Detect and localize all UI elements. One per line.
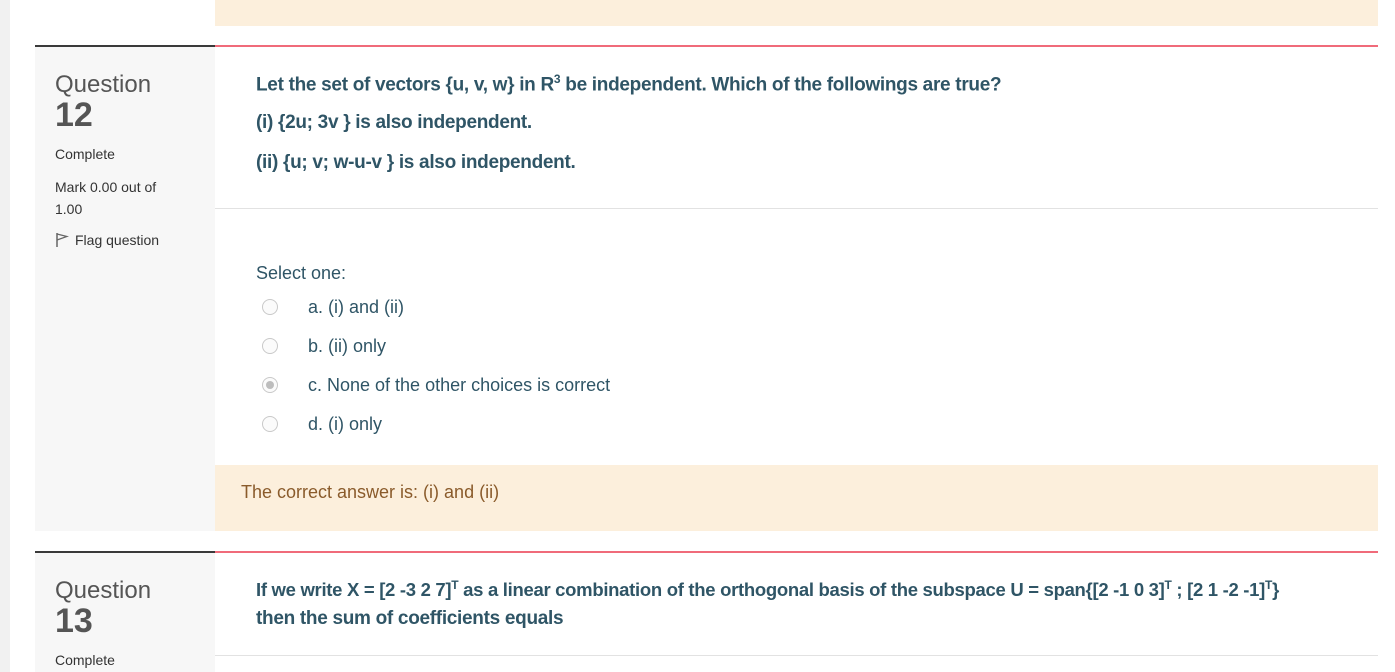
correct-answer-feedback: The correct answer is: (i) and (ii) — [241, 482, 500, 502]
question-state: Complete — [55, 146, 115, 162]
question-state: Complete — [55, 652, 115, 668]
flag-question-link[interactable]: Flag question — [55, 232, 159, 248]
question-text-line: (ii) {u; v; w-u-v } is also independent. — [256, 152, 576, 173]
question-text-line: If we write X = [2 -3 2 7]T as a linear … — [256, 578, 1279, 601]
answer-option-a[interactable]: a. (i) and (ii) — [262, 295, 404, 319]
radio-button[interactable] — [262, 416, 278, 432]
question-number: 13 — [55, 602, 93, 640]
flag-icon — [55, 232, 69, 248]
answer-option-d[interactable]: d. (i) only — [262, 412, 382, 436]
question-text-line: Let the set of vectors {u, v, w} in R3 b… — [256, 72, 1002, 96]
question-separator — [35, 45, 215, 47]
question-text-line: then the sum of coefficients equals — [256, 608, 564, 629]
question-number: 12 — [55, 96, 93, 134]
radio-button-selected[interactable] — [262, 377, 278, 393]
question-label: Question — [55, 577, 152, 604]
question-accent-line — [215, 551, 1378, 553]
page-gutter — [0, 0, 10, 672]
question-divider — [215, 208, 1378, 209]
answer-option-label: a. (i) and (ii) — [308, 296, 405, 317]
question-accent-line — [215, 45, 1378, 47]
question-grade: Mark 0.00 out of 1.00 — [55, 176, 195, 220]
question-separator — [35, 551, 215, 553]
radio-button[interactable] — [262, 299, 278, 315]
answer-option-c[interactable]: c. None of the other choices is correct — [262, 373, 610, 397]
radio-button[interactable] — [262, 338, 278, 354]
question-label: Question — [55, 71, 152, 98]
answer-option-b[interactable]: b. (ii) only — [262, 334, 386, 358]
answer-option-label: c. None of the other choices is correct — [308, 374, 611, 395]
answer-option-label: d. (i) only — [308, 413, 383, 434]
grade-line: 1.00 — [55, 201, 83, 217]
previous-feedback-box — [215, 0, 1378, 26]
question-divider — [215, 655, 1378, 656]
answer-option-label: b. (ii) only — [308, 335, 387, 356]
question-text-line: (i) {2u; 3v } is also independent. — [256, 112, 532, 133]
select-one-prompt: Select one: — [256, 263, 347, 283]
grade-line: Mark 0.00 out of — [55, 179, 157, 195]
flag-question-label: Flag question — [75, 232, 160, 248]
